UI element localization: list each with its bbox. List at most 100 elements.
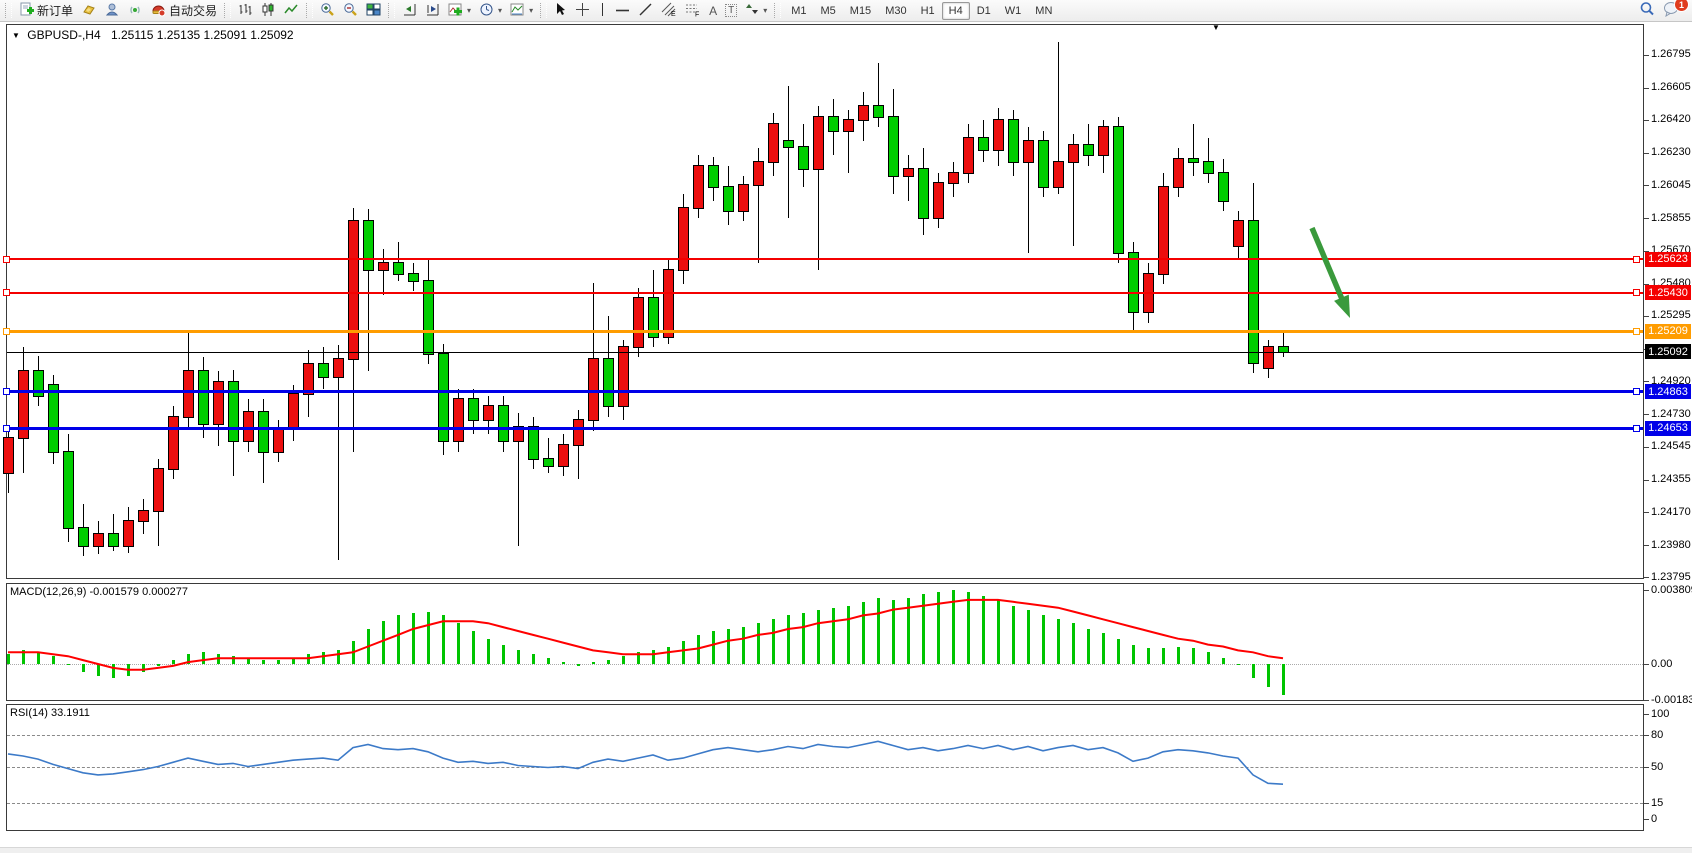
macd-axis-label: -0.001836	[1651, 694, 1692, 706]
line-chart-button[interactable]	[280, 0, 303, 21]
line-handle[interactable]	[1633, 256, 1640, 263]
channel-tool-button[interactable]: E	[657, 0, 681, 21]
macd-histogram-bar	[697, 635, 700, 664]
line-handle[interactable]	[1633, 388, 1640, 395]
toolbar-grip[interactable]	[224, 3, 231, 18]
timeframe-button-h4[interactable]: H4	[942, 2, 970, 20]
shapes-tool-button[interactable]: ▾	[741, 0, 771, 21]
toolbar-grip[interactable]	[5, 3, 12, 18]
periods-button[interactable]: ▾	[475, 0, 506, 21]
templates-dropdown-arrow[interactable]: ▾	[529, 6, 533, 15]
chat-button[interactable]: 1	[1659, 0, 1684, 21]
line-handle[interactable]	[1633, 289, 1640, 296]
line-price-label: 1.24653	[1645, 421, 1691, 436]
chart-shift-marker[interactable]: ▼	[1212, 23, 1220, 32]
autotrading-button[interactable]: 自动交易	[147, 0, 221, 21]
line-handle[interactable]	[3, 425, 10, 432]
toolbar-grip[interactable]	[540, 3, 547, 18]
candle	[933, 182, 944, 219]
cursor-tool-button[interactable]	[550, 0, 571, 21]
trendline-tool-button[interactable]	[634, 0, 657, 21]
chart-shift-button[interactable]	[421, 0, 444, 21]
timeframe-button-mn[interactable]: MN	[1028, 2, 1059, 20]
candle-wick	[383, 249, 384, 294]
horizontal-line[interactable]	[7, 427, 1643, 430]
line-handle[interactable]	[3, 388, 10, 395]
gold-tool-button[interactable]	[77, 0, 101, 21]
chat-notification-badge[interactable]: 1	[1674, 0, 1689, 12]
macd-histogram-bar	[1027, 610, 1030, 664]
crosshair-tool-button[interactable]	[571, 0, 594, 21]
profile-button[interactable]	[101, 0, 124, 21]
zoom-in-button[interactable]	[316, 0, 339, 21]
horizontal-line[interactable]	[7, 258, 1643, 260]
indicators-button[interactable]: ▾	[444, 0, 475, 21]
fibo-f-tag: F	[695, 11, 699, 17]
macd-histogram-bar	[37, 652, 40, 664]
candle	[1233, 220, 1244, 246]
macd-histogram-bar	[232, 656, 235, 664]
templates-button[interactable]: ▾	[506, 0, 537, 21]
candle	[183, 370, 194, 417]
horizontal-line[interactable]	[7, 330, 1643, 333]
rsi-axis-tick	[1644, 714, 1649, 715]
auto-scroll-button[interactable]	[398, 0, 421, 21]
candle	[663, 269, 674, 337]
line-handle[interactable]	[3, 328, 10, 335]
new-order-button[interactable]: 新订单	[15, 0, 77, 21]
price-chart-panel[interactable]	[6, 24, 1644, 579]
horizontal-line[interactable]	[7, 390, 1643, 393]
bar-chart-button[interactable]	[234, 0, 257, 21]
zoom-out-button[interactable]	[339, 0, 362, 21]
candle	[693, 165, 704, 209]
search-button[interactable]	[1635, 0, 1659, 21]
timeframe-button-d1[interactable]: D1	[970, 2, 998, 20]
text-tool-button[interactable]: A	[705, 0, 721, 21]
horizontal-line[interactable]	[7, 292, 1643, 294]
price-axis-tick-label: 1.25855	[1651, 212, 1691, 224]
macd-panel[interactable]	[6, 583, 1644, 701]
chart-collapse-icon[interactable]: ▼	[12, 31, 20, 40]
timeframe-button-m30[interactable]: M30	[878, 2, 913, 20]
rsi-level-line	[7, 767, 1643, 768]
macd-histogram-bar	[1072, 623, 1075, 664]
chart-shift-icon	[425, 2, 440, 20]
line-handle[interactable]	[1633, 328, 1640, 335]
horizontal-line-tool-button[interactable]	[611, 0, 634, 21]
candle	[798, 146, 809, 171]
chart-symbol-period: GBPUSD-,H4	[27, 28, 100, 42]
timeframe-button-m15[interactable]: M15	[843, 2, 878, 20]
text-label-tool-button[interactable]: T	[721, 0, 741, 21]
tile-windows-button[interactable]	[362, 0, 385, 21]
timeframe-button-m1[interactable]: M1	[784, 2, 813, 20]
macd-histogram-bar	[1117, 639, 1120, 664]
signals-button[interactable]	[124, 0, 147, 21]
toolbar-grip[interactable]	[388, 3, 395, 18]
timeframe-button-m5[interactable]: M5	[814, 2, 843, 20]
timeframe-button-w1[interactable]: W1	[998, 2, 1029, 20]
line-handle[interactable]	[1633, 425, 1640, 432]
line-handle[interactable]	[3, 289, 10, 296]
candle	[123, 520, 134, 546]
candlestick-chart-button[interactable]	[257, 0, 280, 21]
shapes-dropdown-arrow[interactable]: ▾	[763, 6, 767, 15]
toolbar-grip[interactable]	[306, 3, 313, 18]
rsi-panel[interactable]	[6, 704, 1644, 831]
timeframe-button-h1[interactable]: H1	[914, 2, 942, 20]
candle	[813, 116, 824, 170]
indicators-dropdown-arrow[interactable]: ▾	[467, 6, 471, 15]
macd-histogram-bar	[877, 598, 880, 664]
candle	[1218, 172, 1229, 202]
macd-histogram-bar	[457, 623, 460, 664]
periods-dropdown-arrow[interactable]: ▾	[498, 6, 502, 15]
line-handle[interactable]	[3, 256, 10, 263]
vertical-line-tool-button[interactable]	[594, 0, 611, 21]
macd-histogram-bar	[727, 629, 730, 664]
fibonacci-tool-button[interactable]: F	[681, 0, 705, 21]
shapes-icon	[745, 2, 759, 19]
toolbar-grip[interactable]	[774, 3, 781, 18]
vertical-line-icon	[598, 2, 607, 20]
candle	[1083, 144, 1094, 156]
macd-histogram-bar	[622, 656, 625, 664]
macd-histogram-bar	[937, 592, 940, 664]
